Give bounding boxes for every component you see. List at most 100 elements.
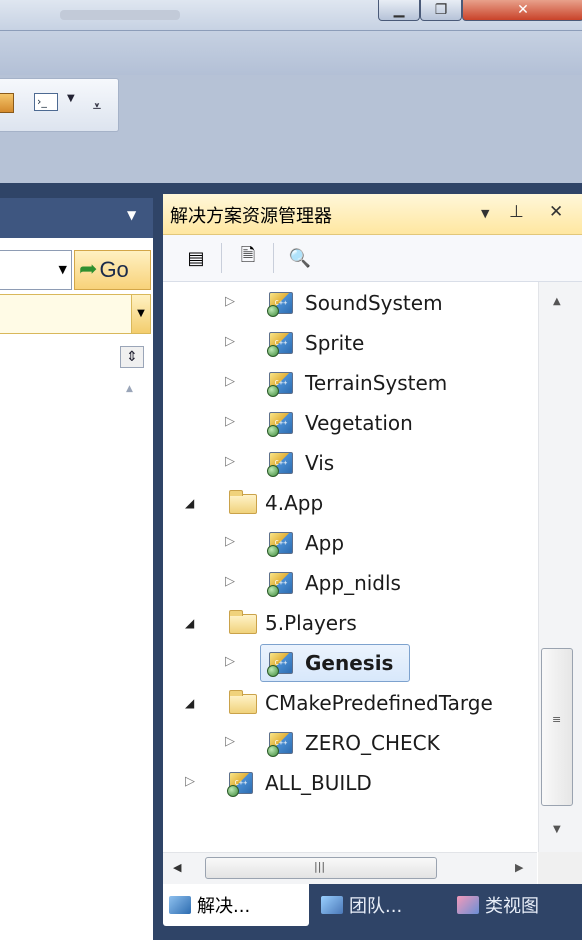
tab-class-view[interactable]: 类视图 — [451, 884, 582, 926]
maximize-button[interactable]: ❐ — [420, 0, 462, 21]
expand-arrow-icon[interactable]: ▷ — [225, 574, 235, 589]
tree-item-label: Vis — [305, 451, 335, 475]
tree-item-label: 4.App — [265, 491, 324, 515]
scroll-left-icon[interactable]: ◀ — [173, 861, 181, 874]
expand-arrow-icon[interactable]: ▷ — [225, 374, 235, 389]
restore-icon: ❐ — [434, 2, 448, 18]
left-pane-body — [0, 238, 153, 940]
tree-project-item[interactable]: ▷ C++ TerrainSystem — [163, 364, 537, 404]
expand-arrow-icon[interactable]: ▷ — [185, 774, 195, 789]
toolbar-separator — [273, 243, 274, 273]
toolbar-separator — [221, 243, 222, 273]
navigate-combo[interactable]: ▼ — [0, 250, 72, 290]
panel-tabs: 解决... 团队... 类视图 — [163, 884, 582, 940]
collapse-arrow-icon[interactable]: ◢ — [185, 616, 194, 630]
member-combo[interactable]: ▼ — [0, 294, 151, 334]
grip-icon: ≡ — [552, 713, 562, 726]
panel-menu-icon[interactable]: ▼ — [481, 207, 489, 220]
tree-folder-item[interactable]: ◢ 5.Players — [163, 604, 537, 644]
folder-icon — [229, 610, 257, 634]
tree-project-item[interactable]: ▷ C++ Vegetation — [163, 404, 537, 444]
go-button[interactable]: ➦ Go — [74, 250, 151, 290]
scroll-right-icon[interactable]: ▶ — [515, 861, 523, 874]
tab-label: 类视图 — [485, 896, 539, 917]
tree-project-item[interactable]: ▷ C++ App — [163, 524, 537, 564]
properties-button[interactable]: ▤ — [183, 245, 209, 271]
cpp-project-icon: C++ — [267, 412, 293, 437]
toolbar-overflow-icon[interactable]: ⩡ — [93, 99, 101, 115]
tree-project-item[interactable]: ▷ C++ Vis — [163, 444, 537, 484]
tab-team-explorer[interactable]: 团队... — [315, 884, 445, 926]
go-button-label: Go — [99, 257, 129, 282]
chevron-down-icon[interactable]: ▼ — [67, 93, 75, 104]
expand-arrow-icon[interactable]: ▷ — [225, 454, 235, 469]
tree-project-item[interactable]: ▷ C++ Genesis — [163, 644, 537, 684]
tree-project-item[interactable]: ▷ C++ ZERO_CHECK — [163, 724, 537, 764]
tab-label: 团队... — [349, 896, 403, 917]
tree-item-label: SoundSystem — [305, 291, 443, 315]
folder-icon — [229, 690, 257, 714]
expand-arrow-icon[interactable]: ▷ — [225, 294, 235, 309]
scroll-thumb[interactable]: ||| — [205, 857, 437, 879]
view-class-diagram-button[interactable]: 🔍 — [287, 245, 313, 271]
command-window-icon[interactable]: ›_ — [34, 93, 58, 111]
scroll-thumb[interactable]: ≡ — [541, 648, 573, 806]
vertical-scrollbar[interactable]: ▲ ≡ ▼ — [538, 282, 582, 852]
tab-label: 解决... — [197, 896, 251, 917]
close-icon: ✕ — [517, 2, 529, 18]
tree-folder-item[interactable]: ◢ CMakePredefinedTarge — [163, 684, 537, 724]
pin-icon[interactable]: ⊥ — [509, 202, 524, 222]
collapse-arrow-icon[interactable]: ◢ — [185, 696, 194, 710]
left-pane-header: ▼ — [0, 198, 153, 238]
cpp-project-icon: C++ — [267, 732, 293, 757]
tab-solution-explorer[interactable]: 解决... — [163, 884, 309, 926]
tree-item-label: CMakePredefinedTarge — [265, 691, 493, 715]
solution-explorer-icon — [169, 896, 191, 914]
toolbox-icon[interactable] — [0, 93, 14, 113]
close-window-button[interactable]: ✕ — [462, 0, 582, 21]
tree-project-item[interactable]: ▷ C++ App_nidls — [163, 564, 537, 604]
window-title-bar: ▁ ❐ ✕ — [0, 0, 582, 31]
tree-item-label: Sprite — [305, 331, 365, 355]
cpp-project-icon: C++ — [267, 372, 293, 397]
title-text-blurred — [60, 10, 180, 20]
properties-icon: ▤ — [187, 247, 205, 269]
chevron-down-icon[interactable]: ▼ — [59, 263, 67, 276]
expand-arrow-icon[interactable]: ▷ — [225, 414, 235, 429]
solution-explorer-title-bar: 解决方案资源管理器 ▼ ⊥ ✕ — [163, 194, 582, 235]
scroll-up-icon[interactable]: ▲ — [553, 296, 561, 307]
cpp-project-icon: C++ — [267, 532, 293, 557]
tree-project-item[interactable]: ▷ C++ ALL_BUILD — [163, 764, 537, 804]
solution-explorer-toolbar: ▤ 🗎 🔍 — [163, 235, 582, 282]
menu-bar — [0, 31, 582, 75]
cpp-project-icon: C++ — [267, 292, 293, 317]
horizontal-scrollbar[interactable]: ◀ ||| ▶ — [163, 852, 537, 885]
collapse-arrow-icon[interactable]: ◢ — [185, 496, 194, 510]
split-view-button[interactable]: ⇕ — [120, 346, 144, 368]
minimize-button[interactable]: ▁ — [378, 0, 420, 21]
panel-title: 解决方案资源管理器 — [170, 206, 332, 227]
toolstrip: ›_ ▼ ⩡ — [0, 78, 119, 132]
chevron-down-icon[interactable]: ▼ — [131, 295, 150, 333]
tree-project-item[interactable]: ▷ C++ Sprite — [163, 324, 537, 364]
scroll-up-icon[interactable]: ▲ — [126, 384, 133, 394]
tree-project-item[interactable]: ▷ C++ SoundSystem — [163, 284, 537, 324]
expand-arrow-icon[interactable]: ▷ — [225, 334, 235, 349]
show-all-files-button[interactable]: 🗎 — [235, 245, 261, 271]
expand-arrow-icon[interactable]: ▷ — [225, 534, 235, 549]
cpp-project-icon: C++ — [267, 452, 293, 477]
expand-arrow-icon[interactable]: ▷ — [225, 654, 235, 669]
tree-folder-item[interactable]: ◢ 4.App — [163, 484, 537, 524]
split-icon: ⇕ — [126, 349, 138, 365]
tree-item-label: Vegetation — [305, 411, 413, 435]
expand-arrow-icon[interactable]: ▷ — [225, 734, 235, 749]
chevron-down-icon[interactable]: ▼ — [127, 208, 136, 222]
scroll-down-icon[interactable]: ▼ — [553, 824, 561, 835]
close-panel-icon[interactable]: ✕ — [549, 202, 563, 222]
tree-item-label: TerrainSystem — [305, 371, 448, 395]
scroll-corner — [538, 852, 582, 884]
cpp-project-icon: C++ — [267, 572, 293, 597]
solution-tree: ▷ C++ SoundSystem ▷ C++ Sprite ▷ C++ TerrainSyst… — [163, 282, 537, 852]
cpp-project-icon: C++ — [267, 652, 293, 677]
cpp-project-icon: C++ — [267, 332, 293, 357]
